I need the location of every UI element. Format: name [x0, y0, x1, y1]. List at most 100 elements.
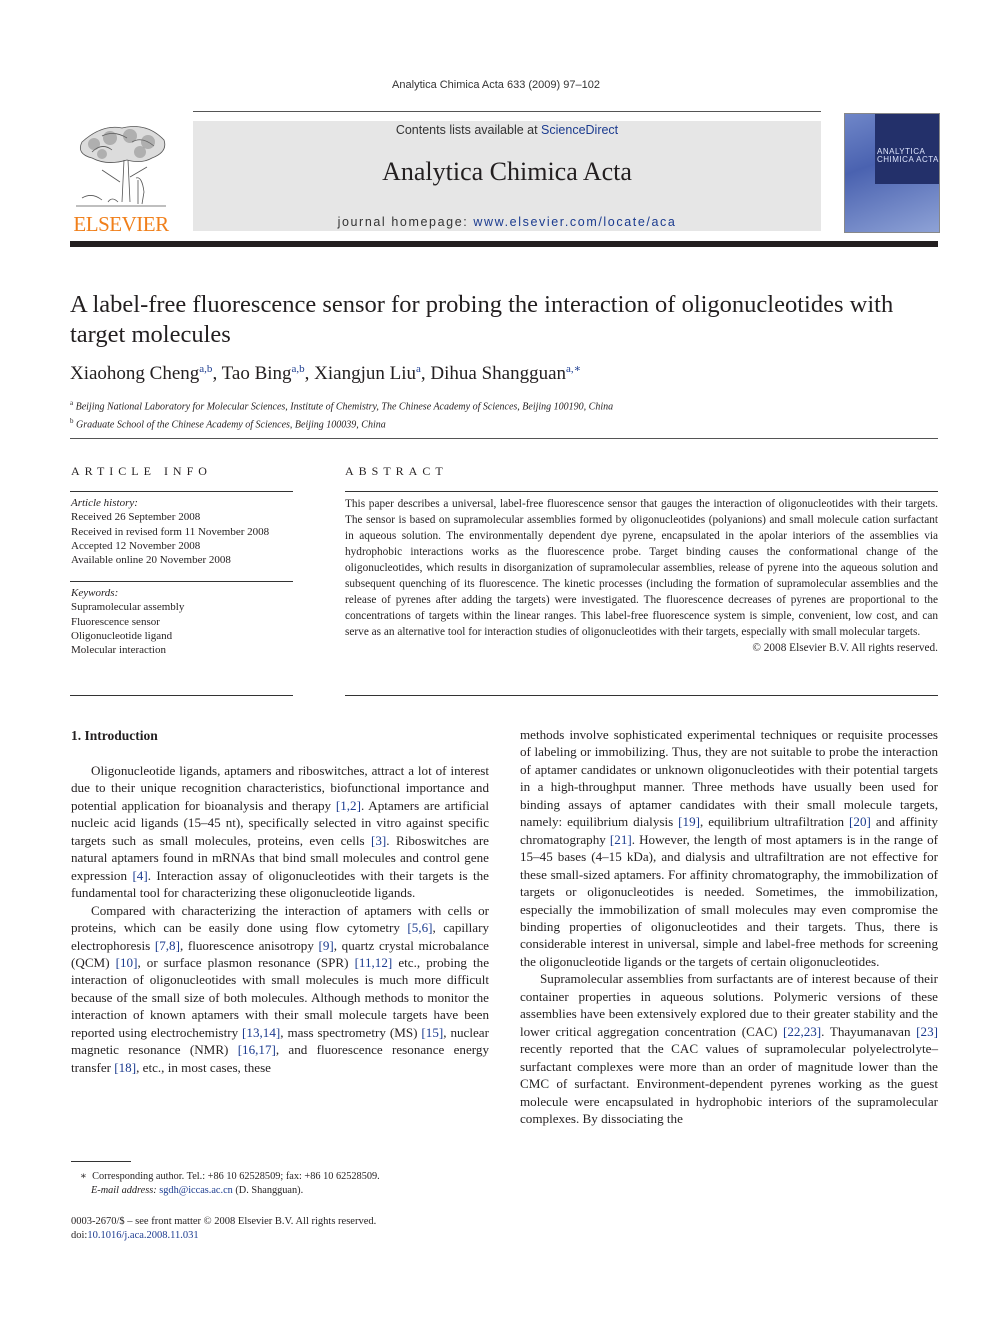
author-name: Xiaohong Cheng: [70, 363, 200, 384]
abstract-copyright: © 2008 Elsevier B.V. All rights reserved…: [752, 642, 938, 654]
article-info-rule: [70, 581, 293, 582]
running-head: Analytica Chimica Acta 633 (2009) 97–102: [392, 79, 600, 91]
issn-line: 0003-2670/$ – see front matter © 2008 El…: [71, 1216, 377, 1227]
article-history: Article history: Received 26 September 2…: [71, 496, 269, 567]
left-column: Oligonucleotide ligands, aptamers and ri…: [71, 762, 489, 1076]
author[interactable]: Tao Binga,b: [222, 363, 305, 384]
author-affil-mark[interactable]: a,b: [292, 363, 305, 375]
history-item: Available online 20 November 2008: [71, 554, 231, 567]
article-info-heading: ARTICLE INFO: [71, 464, 212, 478]
journal-banner: Contents lists available at ScienceDirec…: [193, 121, 821, 231]
homepage-link[interactable]: www.elsevier.com/locate/aca: [473, 215, 676, 229]
article-info-rule: [70, 695, 293, 696]
affiliation: b Graduate School of the Chinese Academy…: [70, 414, 613, 432]
keyword: Supramolecular assembly: [71, 601, 185, 614]
body-text: . Thayumanavan: [821, 1023, 917, 1039]
elsevier-tree-icon: [76, 126, 166, 207]
contents-prefix: Contents lists available at: [395, 123, 542, 137]
body-text: , mass spectrometry (MS): [280, 1024, 422, 1040]
abstract-rule: [345, 491, 938, 492]
email-label: E-mail address:: [91, 1185, 157, 1196]
affiliation: a Beijing National Laboratory for Molecu…: [70, 396, 613, 414]
author-name: Xiangjun Liu: [314, 363, 417, 384]
elsevier-wordmark: ELSEVIER: [73, 212, 169, 236]
citation-link[interactable]: [1,2]: [336, 798, 361, 813]
citation-link[interactable]: [19]: [678, 814, 700, 829]
citation-link[interactable]: [13,14]: [242, 1025, 280, 1040]
keyword: Fluorescence sensor: [71, 615, 160, 628]
body-text: , equilibrium ultrafiltration: [699, 814, 850, 830]
author-affil-mark[interactable]: a,∗: [566, 363, 581, 375]
author[interactable]: Xiaohong Chenga,b: [70, 363, 212, 384]
footnote: ∗ Corresponding author. Tel.: +86 10 625…: [80, 1170, 380, 1198]
history-item: Accepted 12 November 2008: [71, 539, 201, 552]
citation-link[interactable]: [7,8]: [155, 938, 180, 953]
author-separator: ,: [212, 363, 222, 384]
doi-line: doi:10.1016/j.aca.2008.11.031: [71, 1229, 376, 1243]
paragraph: Supramolecular assemblies from surfactan…: [520, 970, 938, 1127]
header-rule: [193, 111, 821, 112]
doi-link[interactable]: 10.1016/j.aca.2008.11.031: [87, 1230, 198, 1241]
cover-title-line2: CHIMICA ACTA: [877, 155, 939, 164]
article-title: A label-free fluorescence sensor for pro…: [70, 291, 894, 348]
citation-link[interactable]: [11,12]: [355, 955, 393, 970]
history-label: Article history:: [71, 497, 138, 509]
author-separator: ,: [304, 363, 315, 384]
body-text: , or surface plasmon resonance (SPR): [137, 954, 355, 970]
right-column: methods involve sophisticated experiment…: [520, 726, 938, 1127]
journal-homepage: journal homepage: www.elsevier.com/locat…: [193, 215, 821, 229]
affiliation-mark: a: [70, 399, 74, 407]
citation-link[interactable]: [5,6]: [407, 920, 432, 935]
keyword: Oligonucleotide ligand: [71, 629, 173, 642]
keywords: Keywords: Supramolecular assembly Fluore…: [71, 586, 184, 657]
history-item: Received 26 September 2008: [71, 511, 201, 524]
author[interactable]: Xiangjun Liua: [314, 363, 421, 384]
author-name: Dihua Shangguan: [430, 363, 567, 384]
abstract-text: This paper describes a universal, label-…: [345, 498, 938, 638]
email-line: E-mail address: sgdh@iccas.ac.cn (D. Sha…: [80, 1184, 380, 1198]
footnote-marker: ∗: [80, 1171, 87, 1182]
corresponding-text: Corresponding author. Tel.: +86 10 62528…: [92, 1171, 380, 1182]
body-text: , etc., in most cases, these: [136, 1059, 271, 1075]
citation-link[interactable]: [20]: [849, 814, 871, 829]
citation-link[interactable]: [18]: [114, 1060, 136, 1075]
affiliation-text: Beijing National Laboratory for Molecula…: [75, 401, 614, 413]
journal-cover-image: ANALYTICA CHIMICA ACTA: [844, 113, 940, 233]
citation-link[interactable]: [15]: [421, 1025, 443, 1040]
affiliation-mark: b: [70, 417, 74, 426]
citation-link[interactable]: [21]: [610, 832, 632, 847]
author-list: Xiaohong Chenga,b, Tao Binga,b, Xiangjun…: [70, 362, 581, 385]
doi-prefix: doi:: [71, 1230, 88, 1241]
citation-link[interactable]: [3]: [371, 833, 386, 848]
citation-link[interactable]: [9]: [318, 938, 333, 953]
section-rule: [70, 438, 938, 439]
author-separator: ,: [420, 363, 431, 384]
citation-link[interactable]: [10]: [116, 955, 138, 970]
history-item: Received in revised form 11 November 200…: [71, 525, 270, 538]
contents-line: Contents lists available at ScienceDirec…: [193, 123, 821, 137]
abstract-rule: [345, 695, 938, 696]
elsevier-logo: ELSEVIER: [70, 120, 172, 236]
author[interactable]: Dihua Shangguana,∗: [430, 363, 581, 384]
body-text: , fluorescence anisotropy: [179, 937, 319, 953]
section-heading: 1. Introduction: [71, 728, 158, 743]
keyword: Molecular interaction: [71, 644, 166, 657]
body-text: recently reported that the CAC values of…: [520, 1041, 938, 1126]
citation-link[interactable]: [4]: [132, 868, 147, 883]
paragraph: methods involve sophisticated experiment…: [520, 726, 938, 970]
body-text: . However, the length of most aptamers i…: [520, 831, 938, 969]
author-affil-mark[interactable]: a,b: [199, 363, 212, 375]
footnote-rule: [71, 1161, 131, 1162]
citation-link[interactable]: [16,17]: [238, 1042, 276, 1057]
front-matter: 0003-2670/$ – see front matter © 2008 El…: [71, 1215, 376, 1243]
journal-title: Analytica Chimica Acta: [382, 157, 632, 186]
article-info-rule: [70, 491, 293, 492]
citation-link[interactable]: [22,23]: [783, 1024, 821, 1039]
email-link[interactable]: sgdh@iccas.ac.cn: [159, 1185, 233, 1196]
sciencedirect-link[interactable]: ScienceDirect: [541, 123, 618, 137]
homepage-prefix: journal homepage:: [337, 215, 474, 229]
citation-link[interactable]: [23]: [916, 1024, 938, 1039]
header-thick-rule: [70, 241, 938, 247]
paragraph: Compared with characterizing the interac…: [71, 902, 489, 1077]
cover-title: ANALYTICA CHIMICA ACTA: [877, 148, 939, 164]
